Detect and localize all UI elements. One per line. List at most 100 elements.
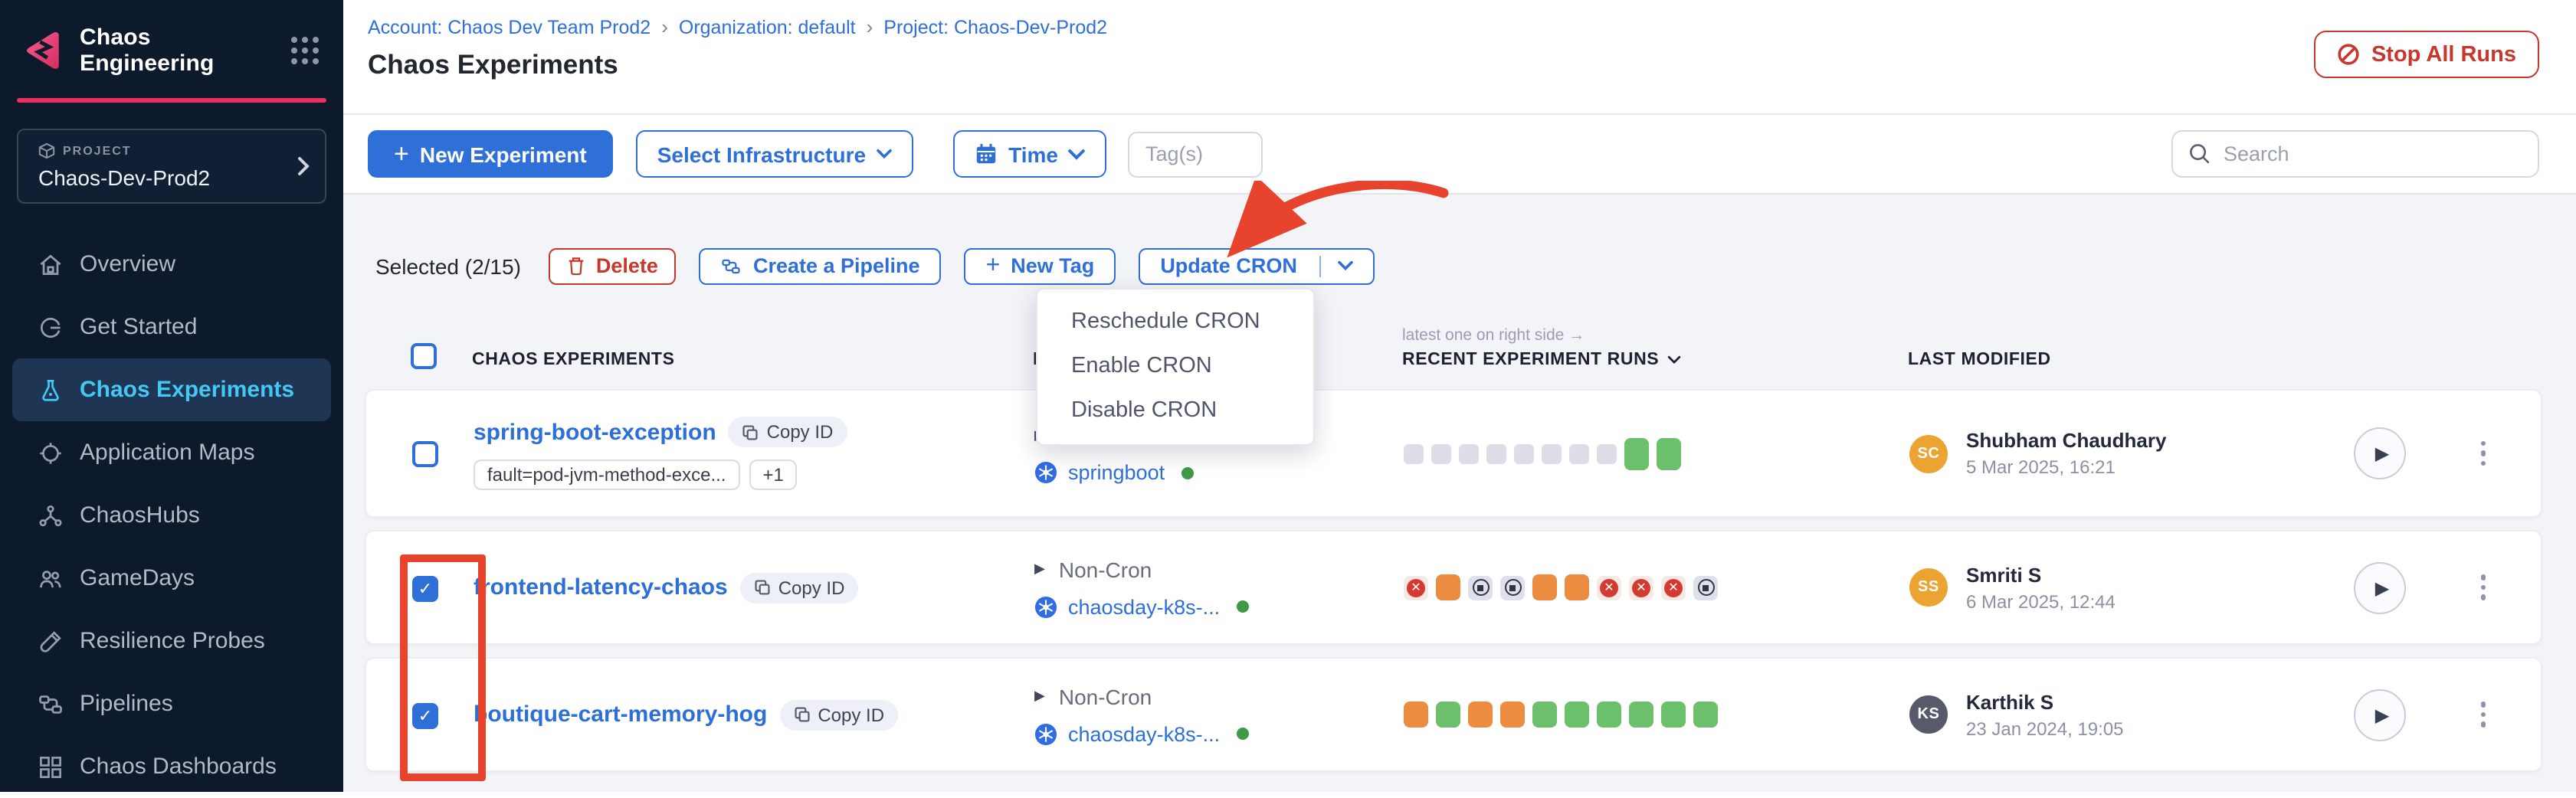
copy-id-button[interactable]: Copy ID (740, 572, 859, 603)
update-cron-split-button[interactable]: Update CRON (1139, 247, 1375, 284)
run-status-no-run[interactable] (1542, 443, 1562, 463)
experiment-row: ✓ spring-boot-exception Copy ID (365, 389, 2542, 518)
sidebar-item-chaos-experiments[interactable]: Chaos Experiments (12, 358, 331, 421)
sidebar-item-gamedays[interactable]: GameDays (0, 547, 343, 610)
modified-date: 5 Mar 2025, 16:21 (1966, 456, 2167, 478)
experiment-name-link[interactable]: spring-boot-exception (474, 419, 716, 445)
search-input[interactable] (2224, 142, 2522, 165)
run-status-running[interactable] (1565, 574, 1589, 600)
breadcrumb-organization-link[interactable]: Organization: default (679, 16, 856, 38)
infrastructure-link[interactable]: springboot (1068, 461, 1165, 484)
menu-item-enable-cron[interactable]: Enable CRON (1037, 345, 1313, 389)
run-status-stopped[interactable] (1468, 575, 1493, 600)
module-picker-icon[interactable] (288, 34, 322, 67)
copy-id-label: Copy ID (767, 421, 834, 443)
row-checkbox[interactable]: ✓ (412, 575, 438, 601)
sidebar-item-application-maps[interactable]: Application Maps (0, 421, 343, 484)
run-status-success-latest[interactable] (1624, 437, 1649, 469)
row-menu-icon[interactable] (2474, 435, 2492, 473)
recent-runs-strip: ✕ ✕ ✕ ✕ (1404, 574, 1909, 600)
more-tags-badge[interactable]: +1 (749, 460, 798, 490)
run-status-stopped[interactable] (1693, 575, 1718, 600)
column-header-recent-runs[interactable]: RECENT EXPERIMENT RUNS (1402, 351, 1908, 369)
run-status-success[interactable] (1597, 702, 1621, 728)
sidebar-item-chaos-dashboards[interactable]: Chaos Dashboards (0, 735, 343, 798)
copy-icon (793, 706, 810, 723)
run-status-failed[interactable]: ✕ (1629, 575, 1653, 600)
tags-filter-input[interactable] (1129, 131, 1263, 177)
run-status-success[interactable] (1436, 702, 1460, 728)
copy-id-button[interactable]: Copy ID (729, 417, 847, 447)
run-status-success[interactable] (1693, 702, 1718, 728)
sidebar-item-resilience-probes[interactable]: Resilience Probes (0, 610, 343, 672)
run-status-no-run[interactable] (1431, 443, 1451, 463)
run-status-no-run[interactable] (1569, 443, 1589, 463)
select-all-checkbox[interactable]: ✓ (411, 343, 437, 369)
new-experiment-button[interactable]: + New Experiment (368, 130, 613, 178)
column-header-experiments: CHAOS EXPERIMENTS (472, 351, 1033, 369)
run-status-no-run[interactable] (1597, 443, 1617, 463)
run-status-running[interactable] (1404, 702, 1428, 728)
run-status-success[interactable] (1565, 702, 1589, 728)
run-experiment-button[interactable]: ▶ (2354, 427, 2406, 479)
home-icon (37, 250, 64, 278)
sidebar-item-pipelines[interactable]: Pipelines (0, 672, 343, 735)
project-selector[interactable]: PROJECT Chaos-Dev-Prod2 (17, 129, 326, 204)
run-status-no-run[interactable] (1404, 443, 1424, 463)
breadcrumb-account-link[interactable]: Account: Chaos Dev Team Prod2 (368, 16, 651, 38)
infrastructure-link[interactable]: chaosday-k8s-... (1068, 595, 1220, 618)
create-pipeline-label: Create a Pipeline (753, 254, 920, 277)
row-menu-icon[interactable] (2474, 569, 2492, 607)
breadcrumb-separator-icon: › (661, 15, 668, 38)
run-experiment-button[interactable]: ▶ (2354, 688, 2406, 741)
row-menu-icon[interactable] (2474, 696, 2492, 734)
run-experiment-button[interactable]: ▶ (2354, 561, 2406, 613)
run-status-success[interactable] (1532, 702, 1557, 728)
row-checkbox[interactable]: ✓ (412, 441, 438, 467)
cube-icon (38, 142, 55, 159)
sidebar-item-label: Get Started (80, 314, 197, 340)
run-status-running[interactable] (1500, 702, 1525, 728)
select-infrastructure-dropdown[interactable]: Select Infrastructure (636, 130, 913, 178)
menu-item-reschedule-cron[interactable]: Reschedule CRON (1037, 300, 1313, 345)
sidebar-item-chaoshubs[interactable]: ChaosHubs (0, 484, 343, 547)
get-started-icon (37, 313, 64, 341)
row-checkbox[interactable]: ✓ (412, 702, 438, 728)
run-status-success-latest[interactable] (1657, 437, 1681, 469)
page-title: Chaos Experiments (368, 49, 2576, 81)
infrastructure-link[interactable]: chaosday-k8s-... (1068, 722, 1220, 745)
probe-icon (37, 627, 64, 655)
experiment-name-link[interactable]: boutique-cart-memory-hog (474, 702, 767, 728)
new-tag-button[interactable]: + New Tag (965, 247, 1116, 284)
time-filter-dropdown[interactable]: Time (953, 130, 1107, 178)
copy-id-button[interactable]: Copy ID (779, 699, 898, 730)
run-status-failed[interactable]: ✕ (1404, 575, 1428, 600)
create-pipeline-button[interactable]: Create a Pipeline (700, 247, 942, 284)
run-status-running[interactable] (1468, 702, 1493, 728)
run-status-no-run[interactable] (1514, 443, 1534, 463)
breadcrumb-project-link[interactable]: Project: Chaos-Dev-Prod2 (883, 16, 1107, 38)
experiments-list: ✓ spring-boot-exception Copy ID (365, 389, 2542, 772)
menu-item-disable-cron[interactable]: Disable CRON (1037, 389, 1313, 433)
run-status-no-run[interactable] (1459, 443, 1479, 463)
expand-play-icon[interactable]: ▶ (1034, 561, 1045, 577)
expand-play-icon[interactable]: ▶ (1034, 688, 1045, 705)
sidebar-item-get-started[interactable]: Get Started (0, 296, 343, 358)
chevron-down-icon (1069, 148, 1086, 160)
experiment-name-link[interactable]: frontend-latency-chaos (474, 574, 728, 600)
table-header-row: ✓ CHAOS EXPERIMENTS D latest one on righ… (365, 326, 2542, 369)
sidebar-item-overview[interactable]: Overview (0, 233, 343, 296)
run-status-no-run[interactable] (1486, 443, 1506, 463)
run-status-running[interactable] (1532, 574, 1557, 600)
stop-all-runs-button[interactable]: Stop All Runs (2315, 31, 2539, 78)
experiment-tag[interactable]: fault=pod-jvm-method-exce... (474, 460, 740, 490)
target-icon (37, 439, 64, 466)
sidebar: Chaos Engineering PROJECT Chaos-Dev-Prod… (0, 0, 343, 792)
run-status-stopped[interactable] (1500, 575, 1525, 600)
run-status-success[interactable] (1629, 702, 1653, 728)
delete-button[interactable]: Delete (549, 247, 677, 284)
run-status-failed[interactable]: ✕ (1597, 575, 1621, 600)
run-status-running[interactable] (1436, 574, 1460, 600)
run-status-success[interactable] (1661, 702, 1686, 728)
run-status-failed[interactable]: ✕ (1661, 575, 1686, 600)
